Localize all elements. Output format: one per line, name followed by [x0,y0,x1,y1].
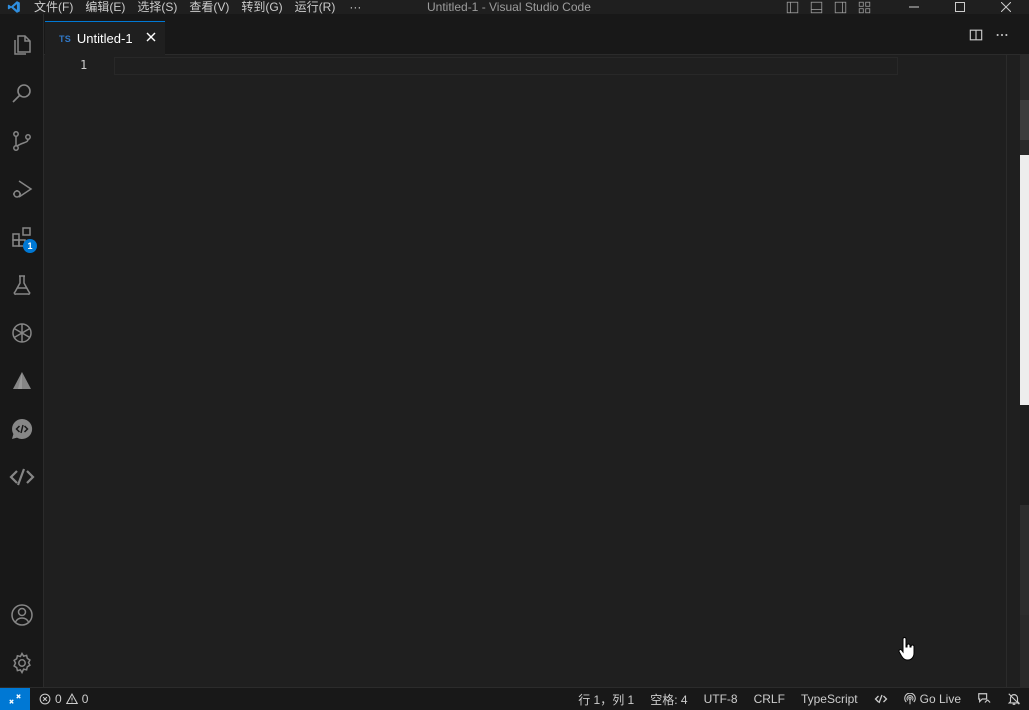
status-bar-right: 行 1，列 1 空格: 4 UTF-8 CRLF TypeScript Go L… [570,688,1029,710]
go-live-button[interactable]: Go Live [896,688,969,710]
warning-count: 0 [81,692,89,706]
extensions-badge: 1 [23,239,37,253]
close-icon[interactable] [143,29,159,45]
problems-indicator[interactable]: 0 0 [39,692,88,706]
background-window-strip [1020,55,1029,687]
code-chat-icon[interactable] [0,409,44,449]
search-icon[interactable] [0,73,44,113]
window-controls [891,0,1029,14]
window-title: Untitled-1 - Visual Studio Code [427,0,591,14]
codegeex-icon[interactable] [0,457,44,497]
menu-more-button[interactable]: ··· [341,0,369,14]
typescript-file-icon: TS [59,33,71,44]
encoding[interactable]: UTF-8 [696,688,746,710]
testing-icon[interactable] [0,265,44,305]
code-brackets-icon[interactable] [866,688,896,710]
indentation[interactable]: 空格: 4 [642,688,695,710]
split-editor-icon[interactable] [969,28,983,45]
toggle-primary-sidebar-icon[interactable] [785,0,799,14]
cursor-position[interactable]: 行 1，列 1 [570,688,642,710]
menu-view[interactable]: 查看(V) [183,0,235,14]
manage-gear-icon[interactable] [0,643,44,683]
run-debug-icon[interactable] [0,169,44,209]
broadcast-icon [903,693,916,705]
explorer-icon[interactable] [0,25,44,65]
tab-label: Untitled-1 [76,31,133,46]
menu-file[interactable]: 文件(F) [28,0,79,14]
editor-tab-bar: TS Untitled-1 [44,14,1029,55]
tabnine-icon[interactable] [0,361,44,401]
editor-scrollbar[interactable] [1006,55,1020,687]
title-bar: 文件(F) 编辑(E) 选择(S) 查看(V) 转到(G) 运行(R) ··· … [0,0,1029,14]
layout-controls [785,0,871,14]
toggle-panel-icon[interactable] [809,0,823,14]
customize-layout-icon[interactable] [857,0,871,14]
end-of-line[interactable]: CRLF [746,688,793,710]
hand-cursor-icon [898,637,916,664]
feedback-icon[interactable] [969,688,999,710]
remote-indicator-icon[interactable] [0,688,30,710]
error-icon [39,693,51,705]
line-number: 1 [80,58,88,72]
menu-edit[interactable]: 编辑(E) [79,0,131,14]
accounts-icon[interactable] [0,595,44,635]
menu-selection[interactable]: 选择(S) [131,0,183,14]
menu-go[interactable]: 转到(G) [235,0,288,14]
more-actions-icon[interactable] [995,28,1009,45]
editor-actions [969,28,1009,45]
menu-bar: 文件(F) 编辑(E) 选择(S) 查看(V) 转到(G) 运行(R) ··· [28,0,369,14]
activity-bar: 1 [0,14,44,687]
go-live-label: Go Live [919,692,961,706]
editor-area[interactable]: 1 [44,55,1006,687]
status-bar: 0 0 行 1，列 1 空格: 4 UTF-8 CRLF TypeScript … [0,687,1029,710]
menu-run[interactable]: 运行(R) [289,0,342,14]
toggle-secondary-sidebar-icon[interactable] [833,0,847,14]
chatgpt-icon[interactable] [0,313,44,353]
extensions-icon[interactable]: 1 [0,217,44,257]
error-count: 0 [55,692,62,706]
minimize-icon[interactable] [891,0,937,14]
tab-untitled-1[interactable]: TS Untitled-1 [45,21,165,55]
warning-icon [65,693,78,705]
maximize-icon[interactable] [937,0,983,14]
current-line-highlight [114,57,898,75]
vscode-logo-icon [0,0,28,14]
source-control-icon[interactable] [0,121,44,161]
language-mode[interactable]: TypeScript [793,688,866,710]
notifications-bell-icon[interactable] [999,688,1029,710]
close-window-icon[interactable] [983,0,1029,14]
